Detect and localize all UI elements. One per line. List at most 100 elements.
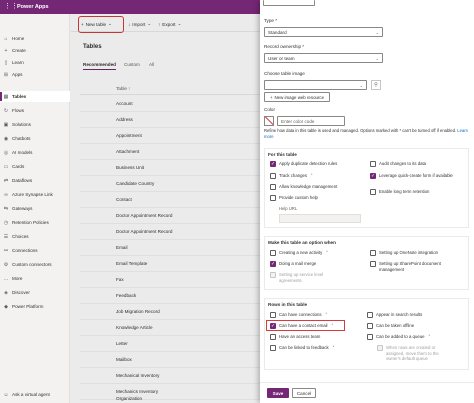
checkbox-icon xyxy=(270,334,276,340)
sidebar-item-ai-models[interactable]: ◎ AI models xyxy=(0,147,70,158)
apps-icon: ⊞ xyxy=(3,71,9,78)
sidebar-item-azure-synapse-link[interactable]: ∞ Azure Synapse Link xyxy=(0,189,70,200)
sidebar-item-custom-connectors[interactable]: ⚙ Custom connectors xyxy=(0,259,70,270)
section-title-option-when: Make this table an option when xyxy=(268,240,336,245)
checkbox-move-to-owner-queue[interactable]: When rows are created or assigned, move … xyxy=(377,345,452,362)
help-url-label: Help URL xyxy=(279,206,298,211)
checkbox-custom-help[interactable]: Provide custom help xyxy=(270,195,318,201)
checkbox-icon xyxy=(367,323,373,329)
sidebar-item-retention-policies[interactable]: ◷ Retention Policies xyxy=(0,217,70,228)
create-icon: + xyxy=(4,47,8,54)
sidebar-item-apps[interactable]: ⊞ Apps xyxy=(0,69,70,80)
sidebar-item-connections[interactable]: ⚯ Connections xyxy=(0,245,70,256)
checkbox-knowledge-management[interactable]: Allow knowledge management xyxy=(270,184,337,190)
section-title-for-this-table: For this table xyxy=(268,152,297,157)
checkbox-linked-to-feedback[interactable]: Can be linked to feedback * xyxy=(270,345,334,351)
checkbox-icon: ✓ xyxy=(270,161,276,167)
checkbox-service-level-agreements[interactable]: Setting up service level agreements xyxy=(270,272,330,283)
color-swatch[interactable] xyxy=(264,116,274,126)
sidebar-item-dataflows[interactable]: ⇄ Dataflows xyxy=(0,175,70,186)
checkbox-icon xyxy=(370,261,376,267)
checkbox-icon: ✓ xyxy=(370,173,376,179)
checkbox-audit-changes[interactable]: Audit changes to its data xyxy=(370,161,426,167)
checkbox-onenote-integration[interactable]: Setting up OneNote integration xyxy=(370,250,438,256)
sidebar-item-create[interactable]: + Create xyxy=(0,45,70,56)
sidebar-item-choices[interactable]: ☰ Choices xyxy=(0,231,70,242)
discover-icon: ◈ xyxy=(4,289,8,296)
new-image-web-resource-button[interactable]: + New image web resource xyxy=(264,92,330,102)
sidebar-item-cards[interactable]: ▭ Cards xyxy=(0,161,70,172)
checkbox-mail-merge[interactable]: ✓ Doing a mail merge xyxy=(270,261,316,267)
cancel-button[interactable]: Cancel xyxy=(292,388,316,398)
previous-field[interactable] xyxy=(263,0,315,6)
checkbox-icon xyxy=(370,250,376,256)
checkbox-added-to-queue[interactable]: Can be added to a queue * xyxy=(367,334,430,340)
sidebar-item-tables[interactable]: ▦ Tables xyxy=(0,91,70,102)
checkbox-icon xyxy=(370,161,376,167)
checkbox-taken-offline[interactable]: Can be taken offline xyxy=(367,323,414,329)
checkbox-icon xyxy=(270,184,276,190)
app-launcher-icon[interactable]: ⋮⋮ xyxy=(4,3,18,11)
sidebar-item-discover[interactable]: ◈ Discover xyxy=(0,287,70,298)
retention-icon: ◷ xyxy=(3,219,9,226)
checkbox-connections[interactable]: Can have connections * xyxy=(270,312,327,318)
info-icon: * xyxy=(326,250,328,254)
checkbox-sharepoint-document-management[interactable]: Setting up SharePoint document managemen… xyxy=(370,261,455,272)
more-icon: … xyxy=(3,275,9,282)
gateways-icon: ⇆ xyxy=(3,205,9,212)
info-icon: * xyxy=(325,312,328,316)
type-select[interactable]: Standard ⌄ xyxy=(264,27,383,37)
ownership-select[interactable]: User or team ⌄ xyxy=(264,53,383,63)
app-title: Power Apps xyxy=(17,4,49,10)
sidebar-item-gateways[interactable]: ⇆ Gateways xyxy=(0,203,70,214)
chatbots-icon: ◉ xyxy=(3,135,9,142)
cards-icon: ▭ xyxy=(3,163,9,170)
azure-synapse-icon: ∞ xyxy=(4,191,8,198)
save-button[interactable]: Save xyxy=(267,388,289,398)
info-icon: * xyxy=(428,334,430,338)
info-icon: * xyxy=(311,173,313,177)
contact-email-highlight xyxy=(266,320,345,331)
checkbox-duplicate-detection[interactable]: ✓ Apply duplicate detection rules xyxy=(270,161,337,167)
image-select[interactable]: ⌄ xyxy=(264,80,367,90)
checkbox-new-activity[interactable]: Creating a new activity * xyxy=(270,250,328,256)
choices-icon: ☰ xyxy=(3,233,9,240)
sidebar-item-more[interactable]: … More xyxy=(0,273,70,284)
checkbox-icon xyxy=(270,250,276,256)
checkbox-icon xyxy=(270,195,276,201)
checkbox-search-results[interactable]: Appear in search results xyxy=(367,312,422,318)
sidebar-item-ask-virtual-agent[interactable]: ☺ Ask a virtual agent xyxy=(0,389,70,400)
type-label: Type * xyxy=(264,18,278,23)
help-url-input xyxy=(279,214,361,223)
modal-overlay xyxy=(70,14,260,403)
info-icon: * xyxy=(332,345,335,349)
checkbox-icon xyxy=(270,173,276,179)
checkbox-icon xyxy=(370,189,376,195)
table-options-description: Refine how data in this table is used an… xyxy=(264,128,468,139)
sidebar-item-learn[interactable]: ▯ Learn xyxy=(0,57,70,68)
checkbox-quick-create[interactable]: ✓ Leverage quick-create form if available xyxy=(370,173,465,179)
chevron-down-icon: ⌄ xyxy=(375,56,379,61)
solutions-icon: ▣ xyxy=(3,121,9,128)
agent-icon: ☺ xyxy=(3,391,9,398)
sidebar-item-flows[interactable]: ↻ Flows xyxy=(0,105,70,116)
checkbox-icon: ✓ xyxy=(270,261,276,267)
checkbox-long-term-retention[interactable]: Enable long term retention xyxy=(370,189,429,195)
image-label: Choose table image xyxy=(264,71,305,76)
sidebar-item-home[interactable]: ⌂ Home xyxy=(0,33,70,44)
link-icon[interactable]: ⚲ xyxy=(371,80,381,90)
connectors-icon: ⚙ xyxy=(3,261,9,268)
sidebar-item-solutions[interactable]: ▣ Solutions xyxy=(0,119,70,130)
checkbox-icon xyxy=(270,272,276,278)
connections-icon: ⚯ xyxy=(3,247,9,254)
home-icon: ⌂ xyxy=(4,35,8,42)
flows-icon: ↻ xyxy=(3,107,9,114)
panel-footer-divider xyxy=(260,382,474,383)
sidebar-item-power-platform[interactable]: ◆ Power Platform xyxy=(0,301,70,312)
left-navigation: ⌂ Home + Create ▯ Learn ⊞ Apps ▦ Tables ↻ Flow… xyxy=(0,14,70,403)
checkbox-access-team[interactable]: Have an access team xyxy=(270,334,320,340)
checkbox-track-changes[interactable]: Track changes * xyxy=(270,173,313,179)
sidebar-item-chatbots[interactable]: ◉ Chatbots xyxy=(0,133,70,144)
color-input[interactable]: Enter color code xyxy=(277,116,345,126)
learn-icon: ▯ xyxy=(4,59,8,66)
